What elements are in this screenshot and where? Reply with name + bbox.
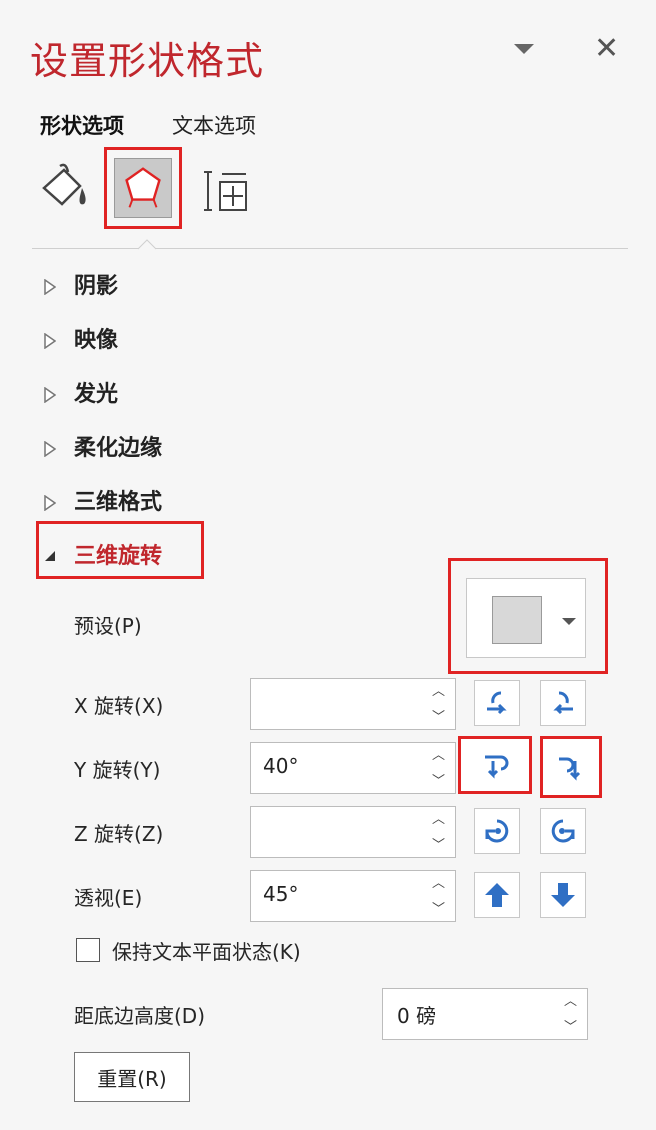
- section-3d-rotation[interactable]: 三维旋转: [44, 538, 162, 570]
- section-3d-format[interactable]: 三维格式: [44, 484, 162, 516]
- pane-title: 设置形状格式: [30, 39, 265, 83]
- spin-up-icon[interactable]: ︿: [432, 749, 445, 762]
- spin-up-icon[interactable]: ︿: [564, 995, 577, 1008]
- increase-perspective-button[interactable]: [474, 872, 520, 918]
- spin-down-icon[interactable]: ﹀: [432, 711, 445, 724]
- size-properties-icon[interactable]: [202, 168, 250, 216]
- spin-down-icon[interactable]: ﹀: [432, 839, 445, 852]
- distance-input[interactable]: 0 磅 ︿ ﹀: [382, 988, 588, 1040]
- reset-button[interactable]: 重置(R): [74, 1052, 190, 1102]
- section-label: 映像: [74, 328, 119, 353]
- section-label: 三维旋转: [74, 544, 163, 569]
- rotate-right-icon: [553, 691, 573, 715]
- preset-label: 预设(P): [74, 614, 142, 638]
- spin-down-icon[interactable]: ﹀: [432, 775, 445, 788]
- perspective-label: 透视(E): [74, 886, 143, 910]
- section-label: 柔化边缘: [74, 436, 163, 461]
- y-rotate-down-button[interactable]: [540, 736, 602, 798]
- y-rotation-value: 40°: [263, 754, 299, 778]
- perspective-value: 45°: [263, 882, 299, 906]
- rotate-up-icon: [485, 755, 509, 779]
- x-rotate-right-button[interactable]: [540, 680, 586, 726]
- expand-icon: [44, 438, 57, 458]
- decrease-perspective-button[interactable]: [540, 872, 586, 918]
- expand-icon: [44, 492, 57, 512]
- distance-value: 0 磅: [397, 1004, 437, 1028]
- y-rotate-up-button[interactable]: [458, 736, 532, 794]
- divider: [32, 248, 628, 249]
- section-glow[interactable]: 发光: [44, 376, 118, 408]
- distance-label: 距底边高度(D): [74, 1004, 206, 1028]
- x-rotate-left-button[interactable]: [474, 680, 520, 726]
- expand-icon: [44, 330, 57, 350]
- y-rotation-input[interactable]: 40° ︿ ﹀: [250, 742, 456, 794]
- tab-text-options[interactable]: 文本选项: [172, 110, 256, 140]
- rotate-left-icon: [487, 691, 507, 715]
- x-rotation-input[interactable]: ︿ ﹀: [250, 678, 456, 730]
- tab-shape-options[interactable]: 形状选项: [40, 110, 124, 140]
- z-rotation-label: Z 旋转(Z): [74, 822, 164, 846]
- keep-text-flat-checkbox[interactable]: [76, 938, 100, 962]
- spin-up-icon[interactable]: ︿: [432, 813, 445, 826]
- keep-text-flat-label: 保持文本平面状态(K): [112, 940, 301, 964]
- section-label: 三维格式: [74, 490, 163, 515]
- section-label: 发光: [74, 382, 119, 407]
- section-reflection[interactable]: 映像: [44, 322, 118, 354]
- expand-icon: [44, 276, 57, 296]
- section-label: 阴影: [74, 274, 119, 299]
- rotate-down-icon: [559, 757, 581, 781]
- spin-up-icon[interactable]: ︿: [432, 877, 445, 890]
- effects-icon[interactable]: [114, 158, 172, 218]
- section-soft-edges[interactable]: 柔化边缘: [44, 430, 162, 462]
- section-shadow[interactable]: 阴影: [44, 268, 118, 300]
- perspective-input[interactable]: 45° ︿ ﹀: [250, 870, 456, 922]
- z-rotate-counterclockwise-button[interactable]: [540, 808, 586, 854]
- x-rotation-label: X 旋转(X): [74, 694, 164, 718]
- spin-down-icon[interactable]: ﹀: [564, 1021, 577, 1034]
- y-rotation-label: Y 旋转(Y): [74, 758, 161, 782]
- fill-line-icon[interactable]: [38, 160, 94, 216]
- task-pane-options-icon[interactable]: [514, 44, 534, 54]
- spin-up-icon[interactable]: ︿: [432, 685, 445, 698]
- selection-notch: [138, 239, 156, 250]
- rotate-clockwise-icon: [485, 819, 509, 843]
- chevron-down-icon[interactable]: [562, 618, 576, 625]
- spin-down-icon[interactable]: ﹀: [432, 903, 445, 916]
- z-rotation-input[interactable]: ︿ ﹀: [250, 806, 456, 858]
- expand-icon: [44, 384, 57, 404]
- preset-swatch: [492, 596, 542, 644]
- arrow-up-icon: [485, 883, 509, 907]
- close-icon[interactable]: ✕: [594, 34, 619, 64]
- collapse-icon: [44, 546, 56, 562]
- rotate-counterclockwise-icon: [551, 819, 575, 843]
- z-rotate-clockwise-button[interactable]: [474, 808, 520, 854]
- arrow-down-icon: [551, 883, 575, 907]
